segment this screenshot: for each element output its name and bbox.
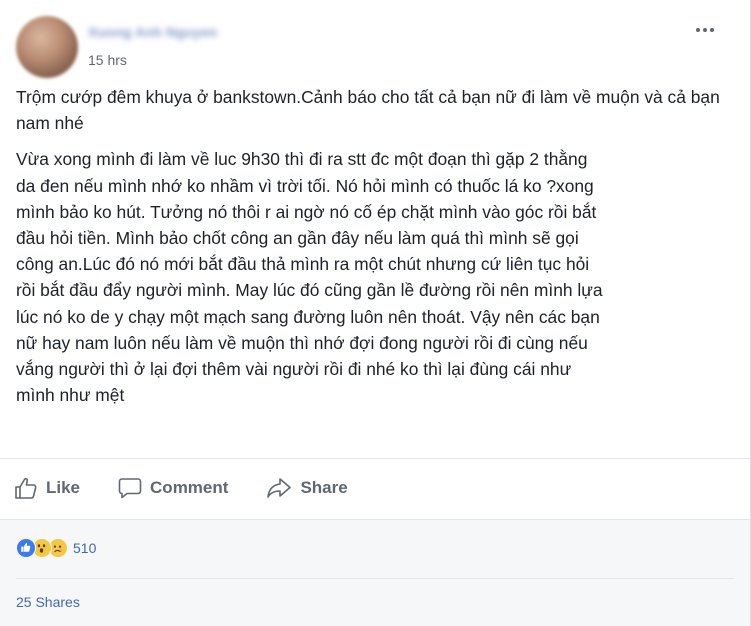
- more-horizontal-icon: [696, 28, 700, 32]
- post-header: Xuong Anh Nguyen 15 hrs: [16, 10, 731, 78]
- post-actions-bar: Like Comment Share: [14, 468, 386, 508]
- shares-count[interactable]: 25 Shares: [16, 594, 80, 610]
- reaction-count: 510: [73, 540, 97, 556]
- more-options-button[interactable]: [691, 18, 719, 42]
- avatar[interactable]: [16, 16, 78, 78]
- post-card: Xuong Anh Nguyen 15 hrs Trộm cướp đêm kh…: [0, 0, 751, 626]
- thumbs-up-icon: [15, 477, 37, 499]
- share-label: Share: [300, 478, 348, 497]
- post-timestamp[interactable]: 15 hrs: [88, 52, 127, 68]
- like-label: Like: [46, 478, 81, 497]
- like-button[interactable]: Like: [14, 477, 80, 499]
- post-text-intro: Trộm cướp đêm khuya ở bankstown.Cảnh báo…: [16, 87, 720, 134]
- comment-bubble-icon: [118, 478, 142, 499]
- author-name[interactable]: Xuong Anh Nguyen: [88, 24, 238, 46]
- post-text-body: Vừa xong mình đi làm về luc 9h30 thì đi …: [16, 149, 603, 406]
- stats-divider: [16, 578, 734, 579]
- actions-top-divider: [0, 458, 750, 459]
- share-button[interactable]: Share: [266, 477, 348, 499]
- reactions-summary[interactable]: 510: [16, 536, 96, 560]
- comment-button[interactable]: Comment: [118, 477, 228, 499]
- like-reaction-icon: [16, 538, 36, 558]
- post-footer: [0, 519, 750, 626]
- share-arrow-icon: [267, 478, 292, 498]
- comment-label: Comment: [150, 478, 229, 497]
- post-text: Trộm cướp đêm khuya ở bankstown.Cảnh báo…: [16, 84, 728, 418]
